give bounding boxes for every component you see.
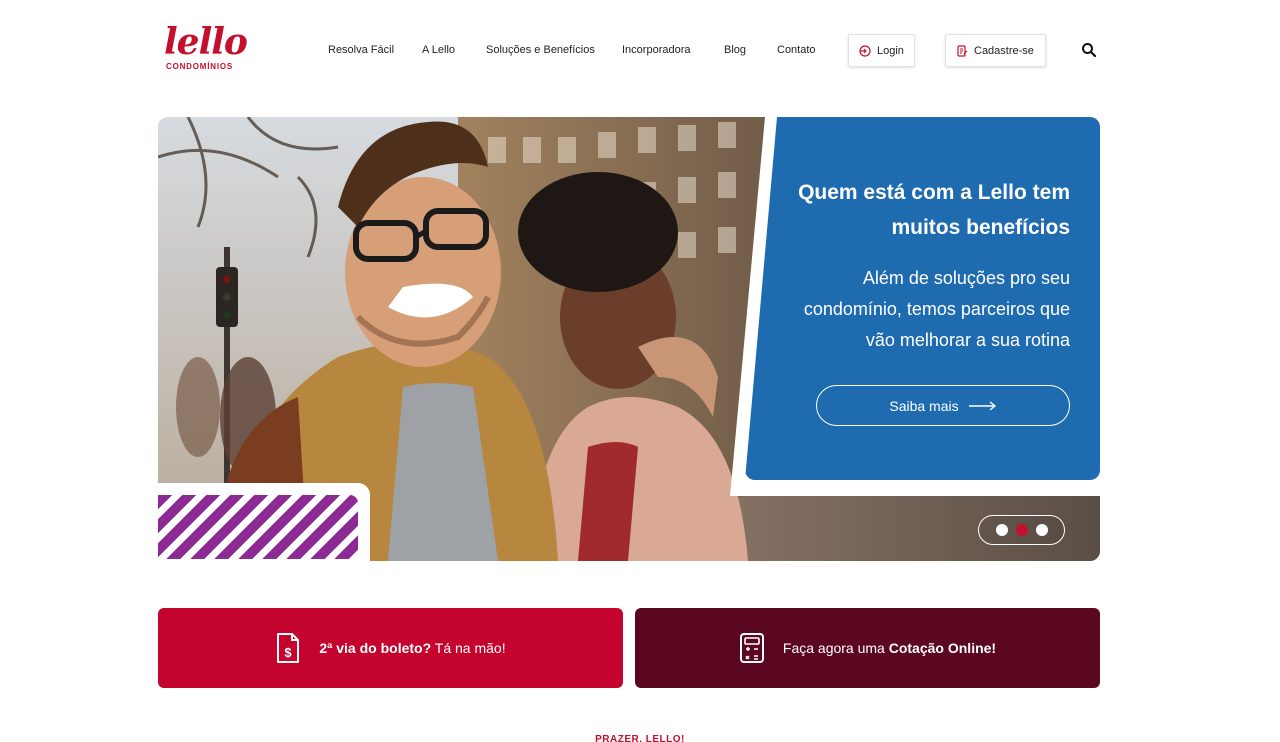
boleto-strong: 2ª via do boleto? — [319, 640, 432, 656]
calculator-icon — [739, 633, 764, 663]
nav-solucoes-beneficios[interactable]: Soluções e Benefícios — [486, 44, 595, 56]
carousel-dot-1[interactable] — [995, 524, 1008, 536]
saiba-mais-label: Saiba mais — [889, 397, 959, 414]
nav-contato[interactable]: Contato — [777, 44, 816, 56]
login-label: Login — [877, 44, 904, 57]
cotacao-rest: Faça agora uma — [782, 640, 889, 656]
login-button[interactable]: Login — [848, 34, 915, 67]
nav-blog[interactable]: Blog — [724, 44, 746, 56]
lello-logo[interactable]: lello CONDOMÍNIOS — [164, 22, 248, 74]
cotacao-banner[interactable]: Faça agora uma Cotação Online! — [635, 608, 1100, 688]
boleto-text: 2ª via do boleto? Tá na mão! — [319, 640, 505, 656]
invoice-dollar-icon: $ — [277, 633, 300, 663]
hero-title: Quem está com a Lello tem muitos benefíc… — [798, 181, 1070, 239]
search-icon[interactable] — [1081, 42, 1097, 58]
carousel-dot-2[interactable] — [1015, 524, 1028, 536]
decor-stripes — [158, 495, 358, 559]
cotacao-strong: Cotação Online! — [888, 640, 997, 656]
signup-form-icon — [957, 44, 968, 57]
saiba-mais-button[interactable]: Saiba mais — [816, 385, 1070, 426]
svg-text:$: $ — [285, 645, 293, 660]
section-kicker: PRAZER, LELLO! — [595, 734, 685, 742]
signup-label: Cadastre-se — [974, 44, 1034, 57]
nav-resolva-facil[interactable]: Resolva Fácil — [328, 44, 394, 56]
hero-description: Além de soluções pro seu condomínio, tem… — [803, 268, 1070, 350]
login-icon — [859, 44, 871, 57]
cotacao-text: Faça agora uma Cotação Online! — [783, 640, 996, 656]
boleto-banner[interactable]: $ 2ª via do boleto? Tá na mão! — [158, 608, 623, 688]
carousel-dot-3[interactable] — [1035, 524, 1048, 536]
boleto-rest: Tá na mão! — [431, 640, 506, 656]
hero-info-card: Quem está com a Lello tem muitos benefíc… — [745, 117, 1100, 480]
signup-button[interactable]: Cadastre-se — [945, 34, 1046, 67]
arrow-right-icon — [968, 400, 996, 411]
logo-wordmark: lello — [164, 21, 248, 63]
site-header: lello CONDOMÍNIOS Resolva Fácil A Lello … — [0, 0, 1280, 100]
nav-a-lello[interactable]: A Lello — [422, 44, 455, 56]
nav-incorporadora[interactable]: Incorporadora — [622, 44, 691, 56]
carousel-pagination — [978, 515, 1065, 545]
logo-subtitle: CONDOMÍNIOS — [166, 62, 234, 71]
